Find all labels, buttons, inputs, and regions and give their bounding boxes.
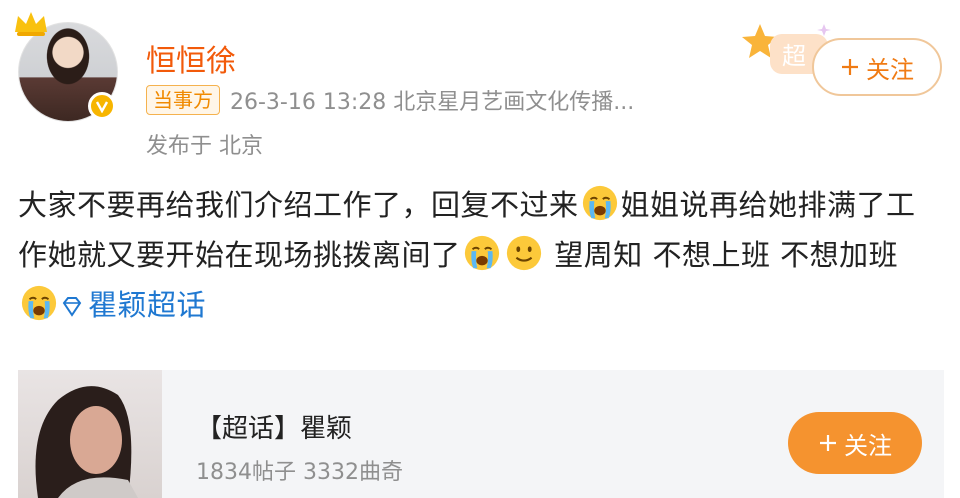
card-title: 【超话】瞿颖 [196,414,353,444]
post-body: 大家不要再给我们介绍工作了，回复不过来 姐姐说再给她排满了工作她就又要开始在现场… [18,180,938,330]
plus-icon [820,435,836,451]
card-stats: 1834帖子 3332曲奇 [196,460,403,485]
diamond-icon [62,297,82,317]
author-avatar-wrap[interactable] [15,12,118,122]
follow-button[interactable]: 关注 [812,38,942,96]
super-badge-text: 超 [782,42,806,70]
smile-emoji-icon [506,235,541,271]
post-location: 发布于 北京 [146,134,263,159]
meta-row: 当事方 26-3-16 13:28 北京星月艺画文化传播... [146,84,634,116]
post-meta: 26-3-16 13:28 北京星月艺画文化传播... [230,90,635,115]
post-text: 望周知 不想上班 不想加班 [544,238,899,272]
post-text: 大家不要再给我们介绍工作了，回复不过来 [18,188,579,222]
card-follow-button[interactable]: 关注 [788,412,922,474]
crying-emoji-icon [21,285,57,321]
super-topic-card[interactable]: 【超话】瞿颖 1834帖子 3332曲奇 关注 [18,370,944,498]
card-follow-label: 关注 [844,431,892,460]
plus-icon [842,59,858,75]
crying-emoji-icon [582,185,617,221]
party-tag: 当事方 [146,85,220,115]
verified-icon [88,92,116,120]
follow-label: 关注 [866,55,914,84]
topic-link-text: 瞿颖超话 [88,288,207,322]
card-thumbnail [18,370,162,498]
crown-icon [15,12,47,36]
username[interactable]: 恒恒徐 [146,36,236,80]
crying-emoji-icon [464,235,499,271]
super-topic-link[interactable]: 瞿颖超话 [60,288,206,322]
